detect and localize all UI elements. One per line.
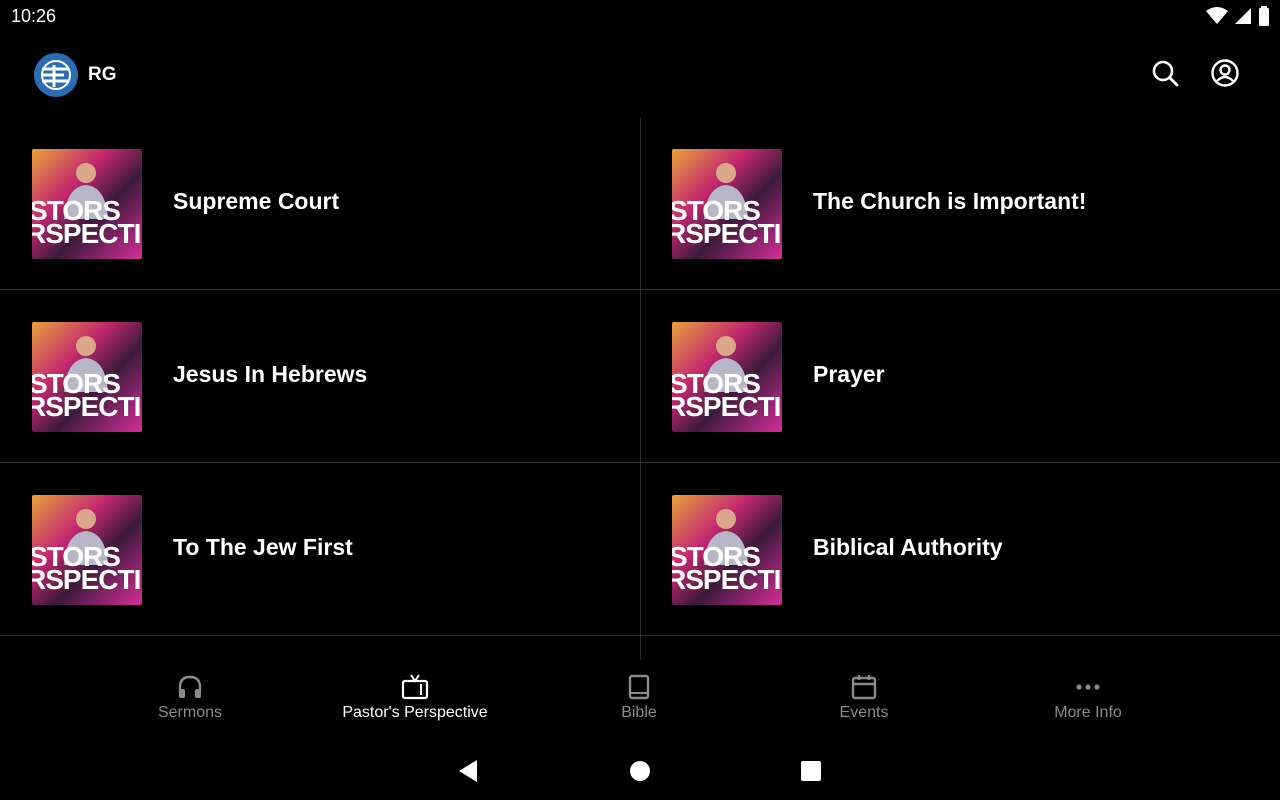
item-title: Jesus In Hebrews bbox=[173, 361, 368, 387]
calendar-icon bbox=[851, 675, 877, 700]
recents-icon[interactable] bbox=[796, 756, 826, 786]
nav-item-bible[interactable]: Bible bbox=[539, 662, 739, 732]
row-divider bbox=[640, 462, 1280, 463]
account-circle-icon bbox=[1211, 59, 1239, 87]
list-item[interactable]: STORS RSPECTI The Church is Important! bbox=[640, 118, 1280, 290]
nav-label-events: Events bbox=[839, 704, 889, 721]
thumbnail-text-line2: RSPECTI bbox=[672, 218, 781, 249]
item-title: Prayer bbox=[813, 361, 885, 387]
app-bar: RG bbox=[0, 44, 1280, 108]
content-grid: STORS RSPECTI Supreme Court STORS RSPECT… bbox=[0, 118, 1280, 660]
item-thumbnail: STORS RSPECTI bbox=[672, 322, 782, 432]
item-title: Biblical Authority bbox=[813, 534, 1003, 560]
row-divider bbox=[0, 635, 640, 636]
row-divider bbox=[0, 462, 640, 463]
nav-label-more-info: More Info bbox=[1054, 704, 1122, 721]
account-button[interactable] bbox=[1210, 58, 1240, 88]
home-icon[interactable] bbox=[625, 756, 655, 786]
item-thumbnail: STORS RSPECTI bbox=[32, 149, 142, 259]
status-time: 10:26 bbox=[11, 6, 57, 26]
nav-item-events[interactable]: Events bbox=[764, 662, 964, 732]
row-divider bbox=[640, 635, 1280, 636]
list-item[interactable]: STORS RSPECTI Biblical Authority bbox=[640, 464, 1280, 636]
list-item[interactable]: STORS RSPECTI Prayer bbox=[640, 291, 1280, 463]
tv-icon bbox=[401, 674, 429, 700]
app-title: RG bbox=[88, 64, 117, 85]
status-icons bbox=[1206, 6, 1270, 26]
list-item[interactable]: STORS RSPECTI To The Jew First bbox=[0, 464, 640, 636]
nav-item-more-info[interactable]: More Info bbox=[988, 662, 1188, 732]
book-icon bbox=[628, 674, 650, 700]
item-title: To The Jew First bbox=[173, 534, 353, 560]
item-thumbnail: STORS RSPECTI bbox=[32, 495, 142, 605]
signal-icon bbox=[1235, 8, 1251, 24]
thumbnail-text-line2: RSPECTI bbox=[672, 564, 781, 595]
search-icon bbox=[1152, 60, 1179, 87]
back-icon[interactable] bbox=[453, 756, 483, 786]
nav-label-pastors-perspective: Pastor's Perspective bbox=[342, 704, 488, 721]
church-logo-icon[interactable] bbox=[34, 53, 78, 97]
battery-icon bbox=[1259, 6, 1269, 26]
bottom-navigation: Sermons Pastor's Perspective Bible Event… bbox=[0, 662, 1280, 742]
thumbnail-text-line2: RSPECTI bbox=[672, 391, 781, 422]
item-thumbnail: STORS RSPECTI bbox=[672, 495, 782, 605]
system-navigation-bar bbox=[0, 742, 1280, 800]
nav-label-bible: Bible bbox=[621, 704, 657, 721]
search-button[interactable] bbox=[1150, 58, 1180, 88]
more-horizontal-icon bbox=[1076, 684, 1100, 690]
list-item[interactable]: STORS RSPECTI Jesus In Hebrews bbox=[0, 291, 640, 463]
thumbnail-text-line2: RSPECTI bbox=[32, 564, 141, 595]
item-title: Supreme Court bbox=[173, 188, 340, 214]
item-thumbnail: STORS RSPECTI bbox=[32, 322, 142, 432]
thumbnail-text-line2: RSPECTI bbox=[32, 391, 141, 422]
headphones-icon bbox=[178, 675, 202, 698]
item-title: The Church is Important! bbox=[813, 188, 1087, 214]
list-item[interactable]: STORS RSPECTI Supreme Court bbox=[0, 118, 640, 290]
wifi-icon bbox=[1206, 7, 1228, 24]
nav-item-pastors-perspective[interactable]: Pastor's Perspective bbox=[315, 662, 515, 732]
nav-item-sermons[interactable]: Sermons bbox=[90, 662, 290, 732]
row-divider bbox=[0, 289, 640, 290]
app-actions bbox=[1150, 58, 1240, 88]
row-divider bbox=[640, 289, 1280, 290]
status-bar: 10:26 bbox=[0, 0, 1280, 34]
nav-label-sermons: Sermons bbox=[157, 704, 223, 721]
item-thumbnail: STORS RSPECTI bbox=[672, 149, 782, 259]
thumbnail-text-line2: RSPECTI bbox=[32, 218, 141, 249]
